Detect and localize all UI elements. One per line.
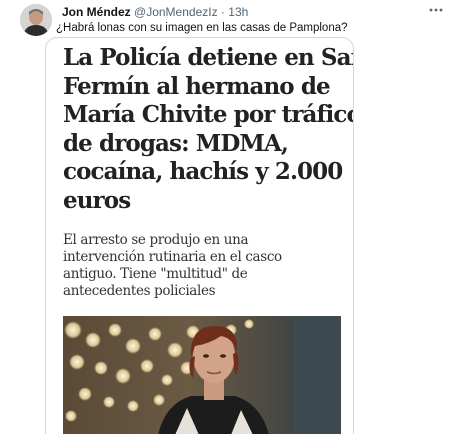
tweet-text: ¿Habrá lonas con su imagen en las casas … xyxy=(56,22,348,34)
subhead-line: El arresto se produjo en una xyxy=(63,232,249,248)
headline-line: de drogas: MDMA, xyxy=(63,129,289,157)
headline-line: cocaína, hachís y 2.000 xyxy=(63,158,343,185)
headline-line: María Chivite por tráfico xyxy=(63,101,354,128)
more-horizontal-icon xyxy=(429,8,443,12)
tweet[interactable]: Jon Méndez @JonMendezIz · 13h ¿Habrá lon… xyxy=(0,0,473,434)
article-subhead: El arresto se produjo en una intervenció… xyxy=(63,232,348,300)
subhead-line: antiguo. Tiene "multitud" de xyxy=(63,266,248,282)
tweet-time[interactable]: 13h xyxy=(228,5,248,19)
headline-line: Fermín al hermano de xyxy=(63,72,331,100)
author-name[interactable]: Jon Méndez xyxy=(62,5,131,19)
article-photo-image xyxy=(63,316,341,434)
tweet-header: Jon Méndez @JonMendezIz · 13h xyxy=(62,4,248,20)
subhead-line: antecedentes policiales xyxy=(63,283,216,299)
article-screenshot[interactable]: La Policía detiene en San Fermín al herm… xyxy=(45,37,354,434)
avatar-photo xyxy=(20,4,52,36)
avatar[interactable] xyxy=(20,4,52,36)
headline-line: La Policía detiene en San xyxy=(63,44,354,71)
article-headline: La Policía detiene en San Fermín al herm… xyxy=(63,44,353,215)
time-separator: · xyxy=(220,5,225,19)
subhead-line: intervención rutinaria en el casco xyxy=(63,249,282,265)
headline-line: euros xyxy=(63,186,131,214)
article-photo xyxy=(63,316,341,434)
more-options-button[interactable] xyxy=(428,2,444,18)
author-handle[interactable]: @JonMendezIz xyxy=(134,5,218,19)
